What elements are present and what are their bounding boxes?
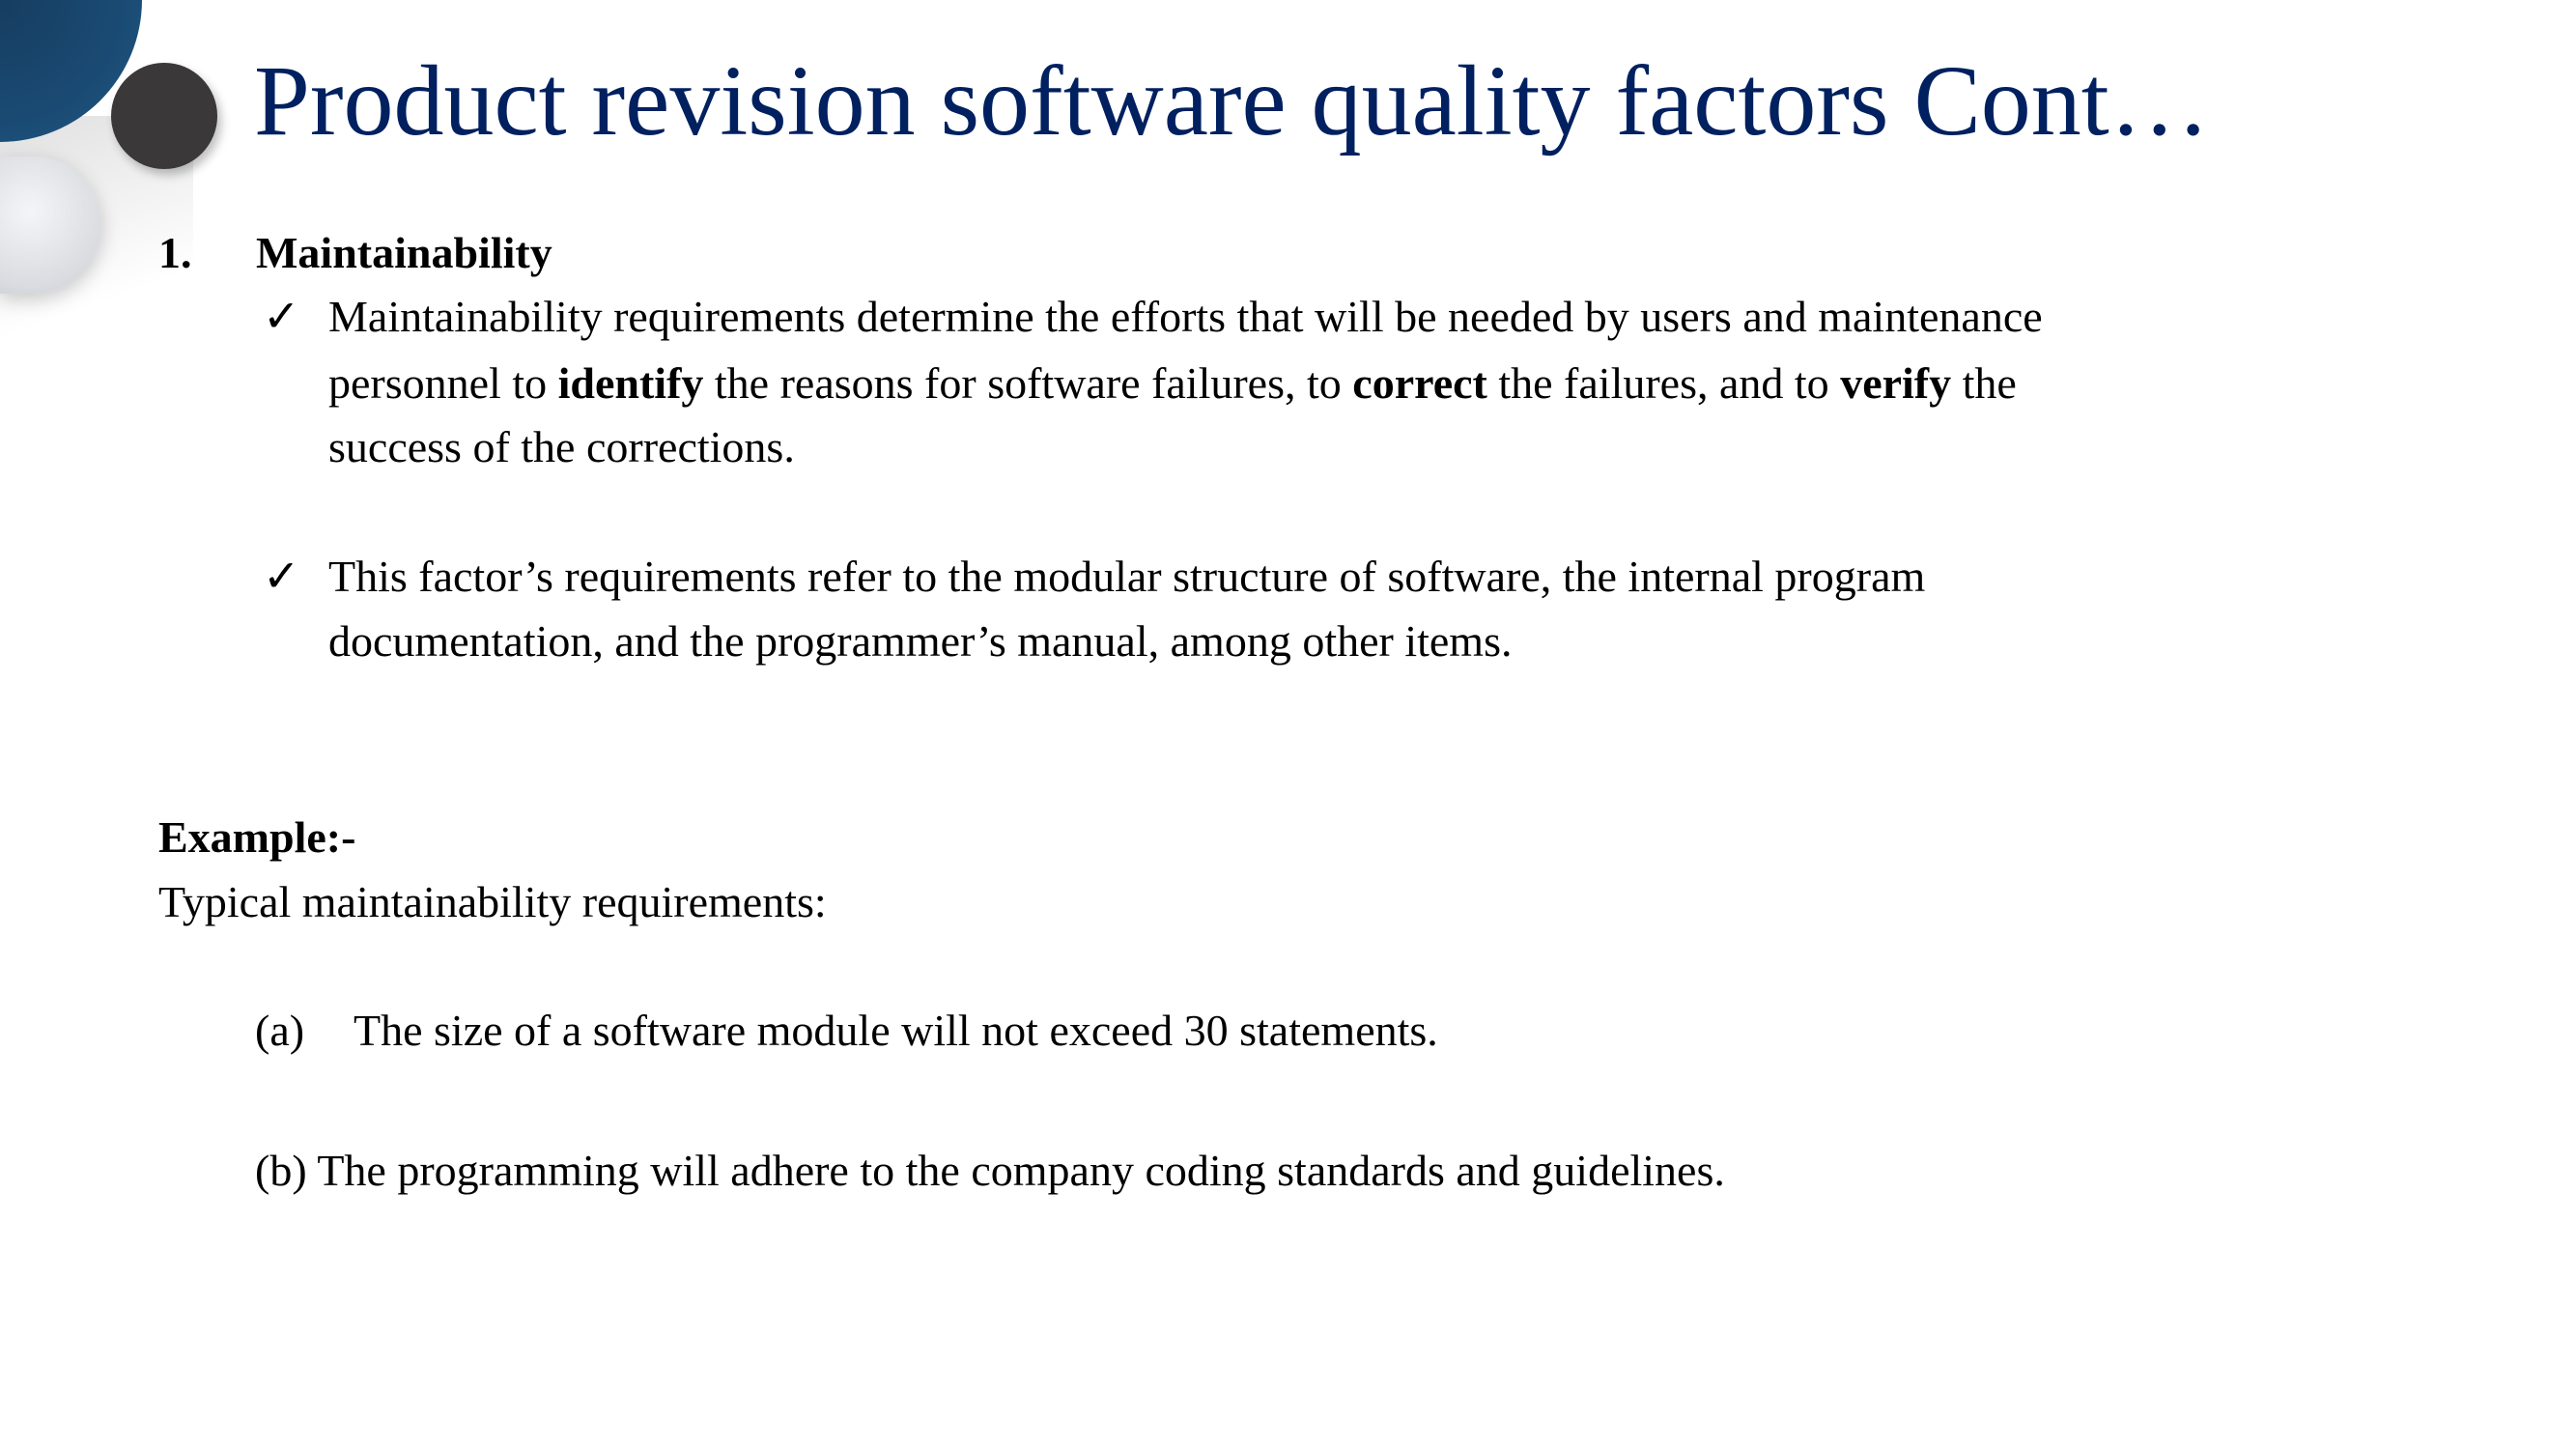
text: the: [1951, 358, 2017, 408]
example-item-b-text: The programming will adhere to the compa…: [317, 1146, 1725, 1195]
example-item-a-label: (a): [255, 1006, 305, 1055]
section-number: 1.: [158, 228, 192, 277]
bullet-1-line-2: personnel to identify the reasons for so…: [328, 355, 2017, 412]
text: personnel to: [328, 358, 558, 408]
text: the failures, and to: [1486, 358, 1841, 408]
text: the reasons for software failures, to: [703, 358, 1353, 408]
dark-circle-decoration: [111, 63, 217, 169]
example-heading: Example:-: [158, 812, 356, 862]
example-item-b: (b) The programming will adhere to the c…: [255, 1142, 1725, 1200]
emphasis-correct: correct: [1352, 358, 1487, 408]
emphasis-identify: identify: [557, 358, 704, 408]
example-item-a-text: The size of a software module will not e…: [354, 1006, 1438, 1055]
text: Maintainability requirements determine t…: [328, 292, 2043, 341]
example-item-b-label: (b): [255, 1146, 307, 1195]
checkmark-icon: ✓: [263, 292, 300, 341]
section-heading: Maintainability: [256, 228, 552, 277]
bullet-2-line-1: This factor’s requirements refer to the …: [328, 552, 1926, 601]
bullet-1-line-1: Maintainability requirements determine t…: [328, 288, 2043, 346]
checkmark-icon: ✓: [263, 552, 300, 601]
example-intro: Typical maintainability requirements:: [158, 877, 827, 926]
bullet-1-line-3: success of the corrections.: [328, 422, 795, 471]
bullet-2-line-2: documentation, and the programmer’s manu…: [328, 616, 1513, 666]
emphasis-verify: verify: [1840, 358, 1952, 408]
slide-title: Product revision software quality factor…: [254, 45, 2210, 156]
